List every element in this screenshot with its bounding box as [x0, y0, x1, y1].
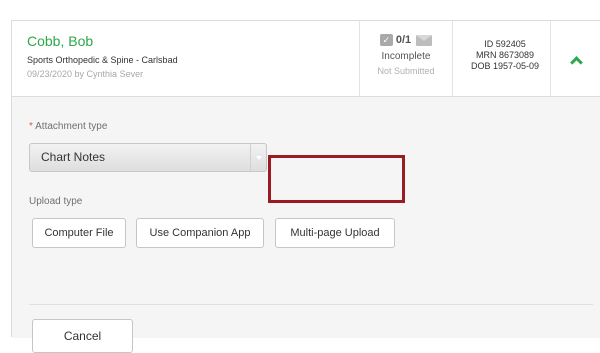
attachment-type-label: * Attachment type: [29, 121, 107, 132]
patient-mrn: MRN 8673089: [475, 50, 535, 60]
patient-header: Cobb, Bob Sports Orthopedic & Spine - Ca…: [12, 21, 600, 97]
column-divider: [452, 21, 453, 96]
computer-file-button[interactable]: Computer File: [32, 218, 126, 248]
form-divider: [29, 304, 593, 305]
status-label: Incomplete: [381, 51, 431, 62]
submission-status: Not Submitted: [377, 66, 435, 76]
status-block: ✓ 0/1 Incomplete Not Submitted: [364, 33, 448, 76]
patient-card: Cobb, Bob Sports Orthopedic & Spine - Ca…: [11, 20, 600, 353]
column-divider: [550, 21, 551, 96]
page: Cobb, Bob Sports Orthopedic & Spine - Ca…: [0, 0, 600, 353]
attachment-type-label-text: Attachment type: [35, 121, 108, 132]
select-arrow-icon: [250, 144, 266, 171]
created-date: 09/23/2020 by Cynthia Sever: [27, 69, 144, 79]
attachment-count-row: ✓ 0/1: [364, 33, 448, 47]
upload-type-label: Upload type: [29, 196, 83, 207]
column-divider: [359, 21, 360, 96]
patient-id: ID 592405: [484, 39, 526, 49]
collapse-button[interactable]: [561, 45, 591, 75]
required-marker: *: [29, 121, 33, 132]
practice-name: Sports Orthopedic & Spine - Carlsbad: [27, 55, 178, 65]
highlight-box: [268, 155, 405, 203]
chevron-up-icon: [569, 56, 583, 69]
multi-page-upload-button[interactable]: Multi-page Upload: [275, 218, 395, 248]
attachment-form: * Attachment type Chart Notes Upload typ…: [12, 97, 600, 353]
patient-name[interactable]: Cobb, Bob: [27, 33, 93, 49]
attachment-type-value: Chart Notes: [41, 150, 106, 164]
patient-dob: DOB 1957-05-09: [470, 61, 540, 71]
envelope-icon: [416, 34, 433, 46]
cancel-button[interactable]: Cancel: [32, 319, 133, 353]
patient-identifiers: ID 592405 MRN 8673089 DOB 1957-05-09: [462, 39, 548, 72]
check-box-icon: ✓: [379, 34, 393, 46]
attachment-count: 0/1: [395, 34, 412, 46]
attachment-type-select[interactable]: Chart Notes: [29, 143, 267, 172]
companion-app-button[interactable]: Use Companion App: [136, 218, 264, 248]
